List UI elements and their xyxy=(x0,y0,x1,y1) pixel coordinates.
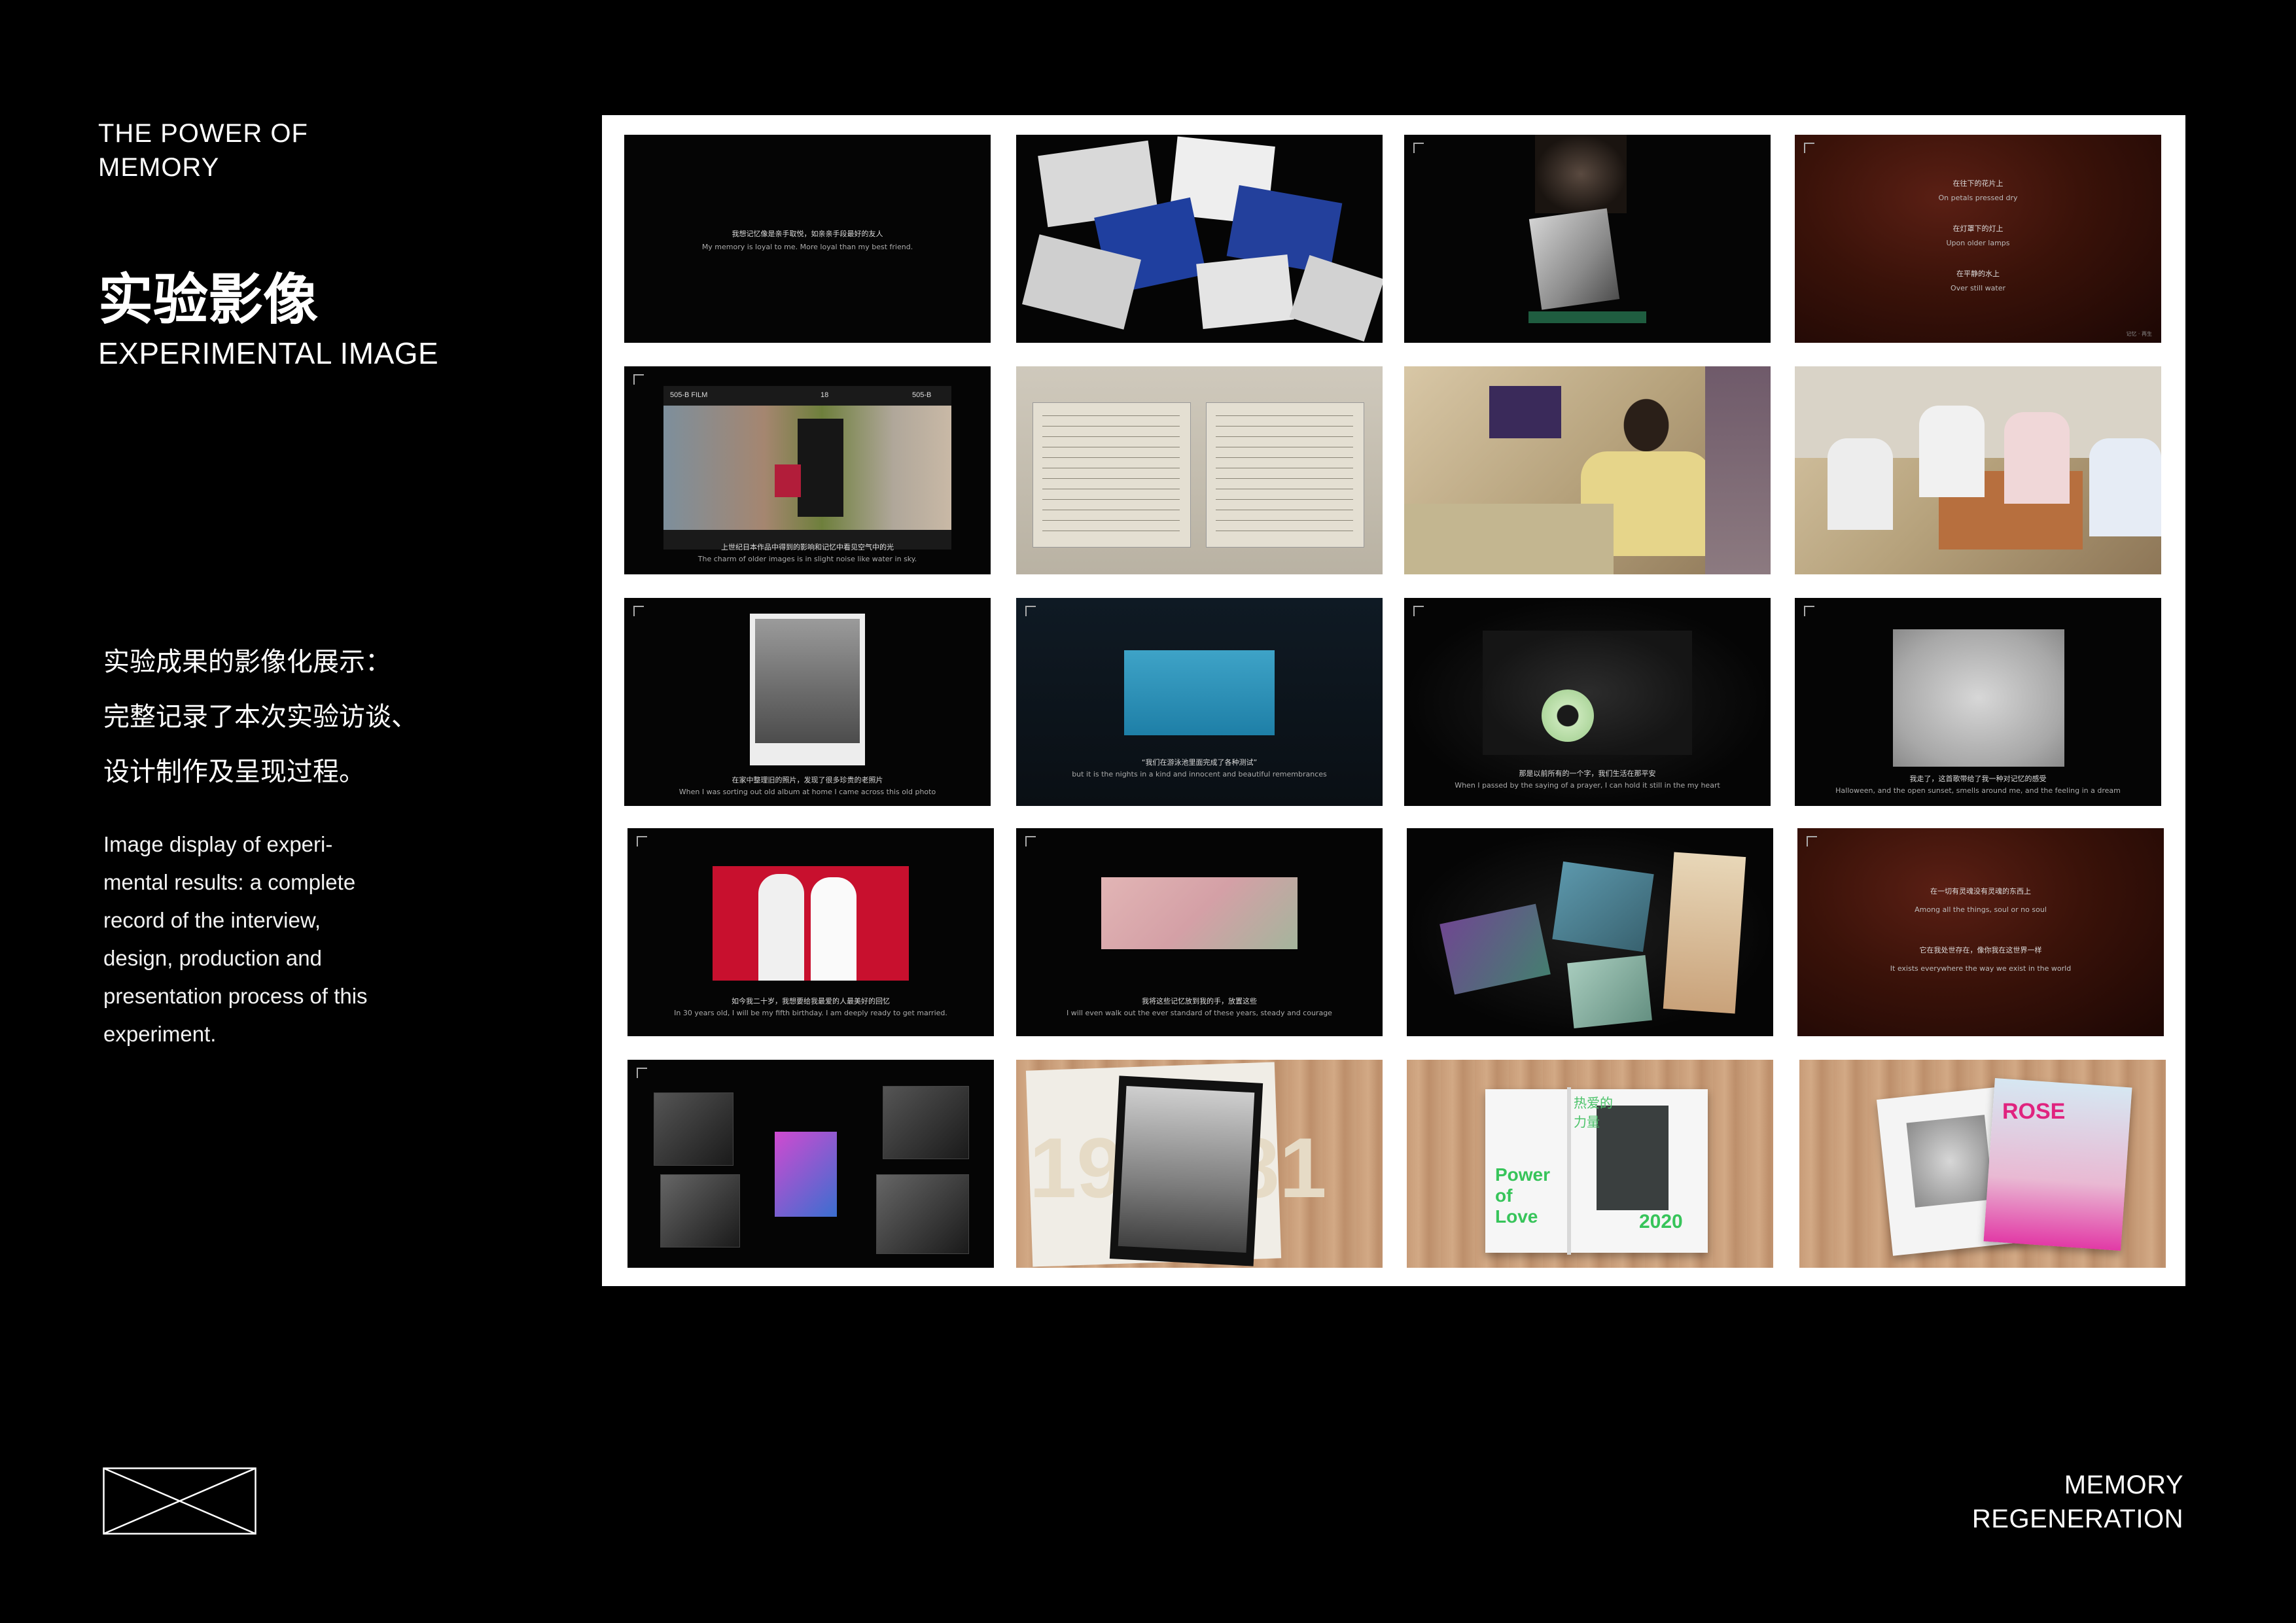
frame-subtitle-cn: 上世纪日本作品中得到的影响和记忆中看见空气中的光 xyxy=(721,543,894,551)
frame-grey-texture: 我走了，这首歌带给了我一种对记忆的感受 Halloween, and the o… xyxy=(1795,598,2161,806)
frame-subtitle-cn: 我走了，这首歌带给了我一种对记忆的感受 xyxy=(1909,775,2047,783)
header-line-2: MEMORY xyxy=(98,153,220,182)
frame-photo-1981: 19 81 xyxy=(1016,1060,1383,1268)
film-end-label: 505-B xyxy=(912,391,932,399)
frame-poem-line: Upon older lamps xyxy=(1946,239,2010,247)
frame-four-glass-cubes xyxy=(627,1060,994,1268)
frame-poem-line: 在一切有灵魂没有灵魂的东西上 xyxy=(1930,887,2031,896)
frame-quote-title: 我想记忆像是亲手取悦，如亲亲手段最好的友人 My memory is loyal… xyxy=(624,135,991,343)
frame-group-study-photo xyxy=(1795,366,2161,574)
frame-rose-magazine: ROSE xyxy=(1799,1060,2166,1268)
book-title-en-power: Power xyxy=(1495,1164,1551,1185)
frame-glass-cubes-display xyxy=(1407,828,1773,1036)
frame-ticket-pile: 我将这些记忆放到我的手，放置这些 I will even walk out th… xyxy=(1016,828,1383,1036)
frame-subtitle-cn: 在家中整理旧的照片，发现了很多珍贵的老照片 xyxy=(732,776,883,784)
film-label: 505-B FILM xyxy=(670,391,708,399)
year-left-digits: 19 xyxy=(1029,1120,1124,1215)
description-en-line: presentation process of this xyxy=(103,984,368,1008)
frame-jade-pendant: 那是以前所有的一个字，我们生活在那平安 When I passed by the… xyxy=(1404,598,1771,806)
frame-subtitle-cn: 那是以前所有的一个字，我们生活在那平安 xyxy=(1519,769,1656,778)
footer-line-2: REGENERATION xyxy=(1971,1505,2183,1533)
frame-subtitle-en: Halloween, and the open sunset, smells a… xyxy=(1835,786,2121,795)
frame-subtitle-en: but it is the nights in a kind and innoc… xyxy=(1072,770,1327,778)
frame-subtitle-en: In 30 years old, I will be my fifth birt… xyxy=(674,1009,947,1017)
book-title-en-love: Love xyxy=(1495,1206,1538,1227)
description-en: Image display of experi- mental results:… xyxy=(103,826,368,1053)
description-cn-line: 设计制作及呈现过程。 xyxy=(103,757,365,787)
book-title-cn: 热爱的力量 xyxy=(1574,1095,1613,1130)
frame-subtitle-en: I will even walk out the ever standard o… xyxy=(1067,1009,1332,1017)
footer-line-1: MEMORY xyxy=(2064,1471,2183,1499)
frame-subtitle-cn: 我将这些记忆放到我的手，放置这些 xyxy=(1142,997,1257,1005)
frame-poem-line: 它在我处世存在，像你我在这世界一样 xyxy=(1919,946,2042,954)
frame-subtitle-en: When I was sorting out old album at home… xyxy=(679,788,936,796)
frame-glass-cube-hand xyxy=(1404,135,1771,343)
frame-poem-line: 在往下的花片上 xyxy=(1952,179,2004,188)
book-year: 2020 xyxy=(1639,1211,1683,1232)
header-line-1: THE POWER OF xyxy=(98,119,308,148)
envelope-logo-icon xyxy=(103,1467,256,1535)
frame-subtitle-en: When I passed by the saying of a prayer,… xyxy=(1455,781,1720,790)
frame-power-of-love-book: 热爱的力量 Power of Love 2020 xyxy=(1407,1060,1773,1268)
frame-poem-line: Among all the things, soul or no soul xyxy=(1915,905,2047,914)
frame-subtitle-en: The charm of older images is in slight n… xyxy=(698,555,917,563)
frame-poem-line: It exists everywhere the way we exist in… xyxy=(1890,964,2072,973)
frame-subtitle-cn: “我们在游泳池里面完成了各种测试” xyxy=(1141,758,1258,767)
description-en-line: mental results: a complete xyxy=(103,870,356,894)
frame-film-strip: 505-B FILM 18 505-B 上世纪日本作品中得到的影响和记忆中看见空… xyxy=(624,366,991,574)
frame-poem-line: 在平静的水上 xyxy=(1956,270,2000,278)
description-cn-line: 实验成果的影像化展示： xyxy=(103,647,391,677)
description-en-line: design, production and xyxy=(103,946,322,970)
frame-handwritten-letter xyxy=(1016,366,1383,574)
section-title-en: EXPERIMENTAL IMAGE xyxy=(98,336,439,370)
frame-old-portrait: 在家中整理旧的照片，发现了很多珍贵的老照片 When I was sorting… xyxy=(624,598,991,806)
frame-swimming-pool: “我们在游泳池里面完成了各种测试” but it is the nights i… xyxy=(1016,598,1383,806)
magazine-brand: ROSE xyxy=(2002,1099,2066,1124)
description-en-line: record of the interview, xyxy=(103,908,321,932)
frame-subtitle-en: My memory is loyal to me. More loyal tha… xyxy=(701,243,913,251)
frame-watermark: 记忆 · 再生 xyxy=(2126,331,2152,337)
description-cn: 实验成果的影像化展示： 完整记录了本次实验访谈、 设计制作及呈现过程。 xyxy=(103,635,417,799)
book-title-en-of: of xyxy=(1495,1185,1513,1206)
frame-poem-red: 在往下的花片上 On petals pressed dry 在灯罩下的灯上 Up… xyxy=(1795,135,2161,343)
frame-subtitle-cn: 我想记忆像是亲手取悦，如亲亲手段最好的友人 xyxy=(732,230,883,238)
section-title-cn: 实验影像 xyxy=(98,267,319,332)
footer-title: MEMORY REGENERATION xyxy=(1972,1468,2183,1536)
frame-wedding-photo: 如今我二十岁，我想要给我最爱的人最美好的回忆 In 30 years old, … xyxy=(627,828,994,1036)
frame-subtitle-cn: 如今我二十岁，我想要给我最爱的人最美好的回忆 xyxy=(732,997,890,1005)
description-en-line: experiment. xyxy=(103,1022,217,1046)
film-number: 18 xyxy=(821,391,829,399)
frame-poem-line: On petals pressed dry xyxy=(1938,194,2018,202)
description-cn-line: 完整记录了本次实验访谈、 xyxy=(103,702,417,732)
description-en-line: Image display of experi- xyxy=(103,832,333,856)
frame-man-writing-photo xyxy=(1404,366,1771,574)
frame-scattered-photos xyxy=(1016,135,1383,343)
frame-poem-red-closing: 在一切有灵魂没有灵魂的东西上 Among all the things, sou… xyxy=(1797,828,2164,1036)
header-title: THE POWER OF MEMORY xyxy=(98,116,308,184)
image-grid-panel: 我想记忆像是亲手取悦，如亲亲手段最好的友人 My memory is loyal… xyxy=(602,115,2185,1286)
frame-poem-line: Over still water xyxy=(1950,284,2005,292)
frame-poem-line: 在灯罩下的灯上 xyxy=(1952,224,2004,233)
